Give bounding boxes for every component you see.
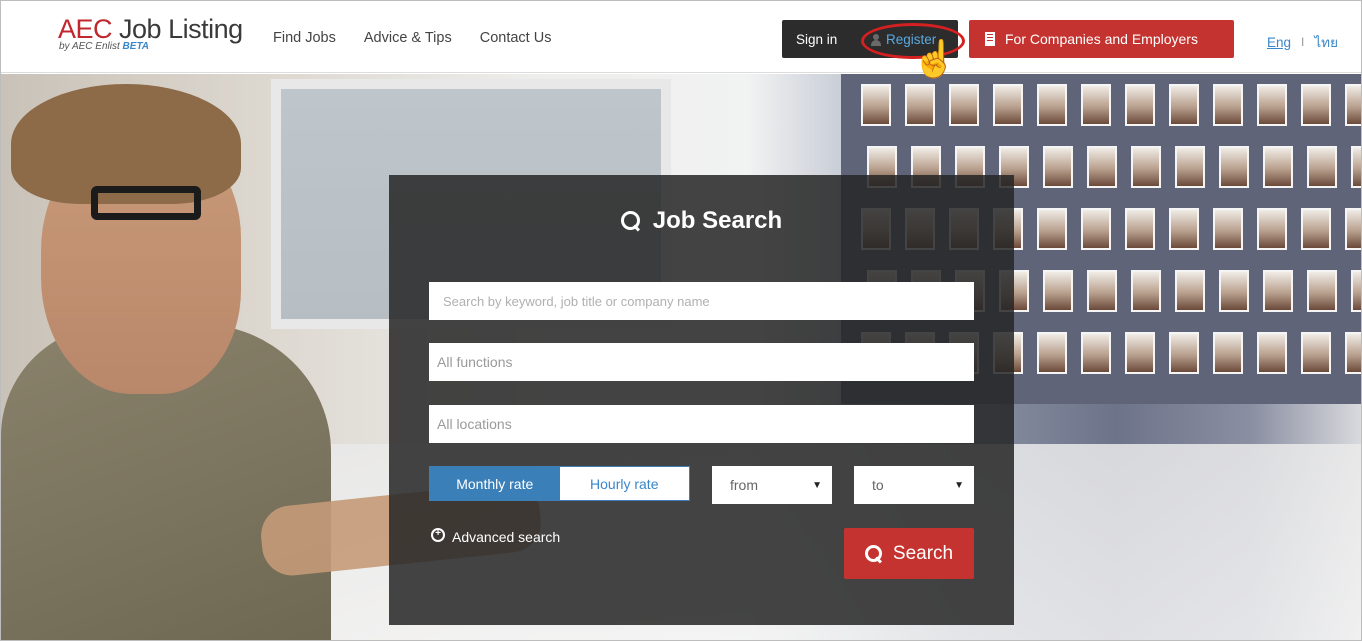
hero-thumbnail [1345, 208, 1361, 250]
hero-thumbnail [1301, 208, 1331, 250]
search-button-label: Search [892, 542, 954, 564]
browser-frame: AEC Job Listing by AEC Enlist BETA Find … [0, 0, 1362, 641]
hero-thumbnail [1213, 208, 1243, 250]
salary-to-select[interactable]: to ▼ [854, 466, 974, 504]
salary-from-value: from [730, 477, 758, 493]
hero-thumbnail [1345, 332, 1361, 374]
job-search-title: Job Search [389, 207, 1014, 235]
hero-thumbnail [1037, 208, 1067, 250]
main-nav: Find Jobs Advice & Tips Contact Us [273, 30, 551, 46]
hero-thumbnail [1301, 84, 1331, 126]
hero-thumbnail [1131, 270, 1161, 312]
hero-thumbnail [1307, 146, 1337, 188]
hero-thumbnail [993, 84, 1023, 126]
hero-thumbnail [1081, 208, 1111, 250]
hero-thumbnail [1175, 146, 1205, 188]
hero-thumbnail [1087, 270, 1117, 312]
monthly-rate-option[interactable]: Monthly rate [430, 467, 560, 500]
logo-title: AEC Job Listing [58, 14, 243, 44]
hero-thumbnail [1169, 84, 1199, 126]
hero-thumbnail [905, 84, 935, 126]
hero-thumbnail [1169, 208, 1199, 250]
companies-employers-label: For Companies and Employers [1005, 31, 1198, 47]
hourly-rate-option[interactable]: Hourly rate [560, 467, 690, 500]
advanced-search-link[interactable]: Advanced search [431, 527, 561, 545]
lang-separator: I [1301, 35, 1305, 49]
advanced-search-label: Advanced search [452, 529, 561, 545]
hero-thumbnail [949, 84, 979, 126]
hero-thumbnail [1219, 146, 1249, 188]
hero-thumbnail [1037, 332, 1067, 374]
site-header: AEC Job Listing by AEC Enlist BETA Find … [1, 1, 1361, 73]
search-icon [620, 211, 641, 231]
hero-thumbnail [1081, 84, 1111, 126]
hero-thumbnail [1043, 270, 1073, 312]
nav-contact-us[interactable]: Contact Us [480, 30, 552, 46]
sign-in-link[interactable]: Sign in [796, 32, 837, 47]
hero-thumbnail [1345, 84, 1361, 126]
keyword-search-input[interactable] [429, 282, 974, 320]
search-icon [864, 544, 883, 563]
hand-pointer-icon: ☝ [912, 38, 957, 79]
nav-find-jobs[interactable]: Find Jobs [273, 30, 336, 46]
search-button[interactable]: Search [844, 528, 974, 579]
salary-from-select[interactable]: from ▼ [712, 466, 832, 504]
hero-thumbnail [1351, 270, 1361, 312]
hero-thumbnail [1125, 332, 1155, 374]
companies-employers-button[interactable]: For Companies and Employers [969, 20, 1234, 58]
hero-thumbnail [861, 84, 891, 126]
hero-person-glasses [91, 186, 201, 220]
site-logo[interactable]: AEC Job Listing by AEC Enlist BETA [58, 15, 243, 52]
hero-thumbnail [1257, 84, 1287, 126]
hero-thumbnail [1213, 332, 1243, 374]
hero-thumbnail [1257, 332, 1287, 374]
locations-field[interactable] [429, 405, 974, 443]
hero-thumbnail [1219, 270, 1249, 312]
hero-thumbnail [1037, 84, 1067, 126]
hero-thumbnail [1307, 270, 1337, 312]
chevron-down-icon: ▼ [812, 479, 822, 491]
hero-thumbnail [1087, 146, 1117, 188]
language-switcher: Eng I ไทย [1267, 31, 1338, 53]
hero-thumbnail [1301, 332, 1331, 374]
hero-thumbnail [1213, 84, 1243, 126]
hero-thumbnail [1257, 208, 1287, 250]
job-search-panel: Job Search Monthly rate Hourly rate from… [389, 175, 1014, 625]
hero-thumbnail [1131, 146, 1161, 188]
nav-advice-tips[interactable]: Advice & Tips [364, 30, 452, 46]
salary-to-value: to [872, 477, 884, 493]
hero-thumbnail [1043, 146, 1073, 188]
chevron-down-icon: ▼ [954, 479, 964, 491]
building-icon [985, 32, 995, 46]
hero-thumbnail [1125, 208, 1155, 250]
hero-thumbnail [1263, 270, 1293, 312]
lang-thai-link[interactable]: ไทย [1314, 31, 1338, 53]
functions-field[interactable] [429, 343, 974, 381]
lang-eng-link[interactable]: Eng [1267, 35, 1291, 50]
hero-thumbnail [1263, 146, 1293, 188]
zoom-in-icon [431, 527, 445, 544]
hero-thumbnail [1175, 270, 1205, 312]
rate-toggle: Monthly rate Hourly rate [429, 466, 690, 501]
hero-thumbnail [1169, 332, 1199, 374]
hero-thumbnail [1351, 146, 1361, 188]
hero-thumbnail [1125, 84, 1155, 126]
hero-thumbnail [1081, 332, 1111, 374]
